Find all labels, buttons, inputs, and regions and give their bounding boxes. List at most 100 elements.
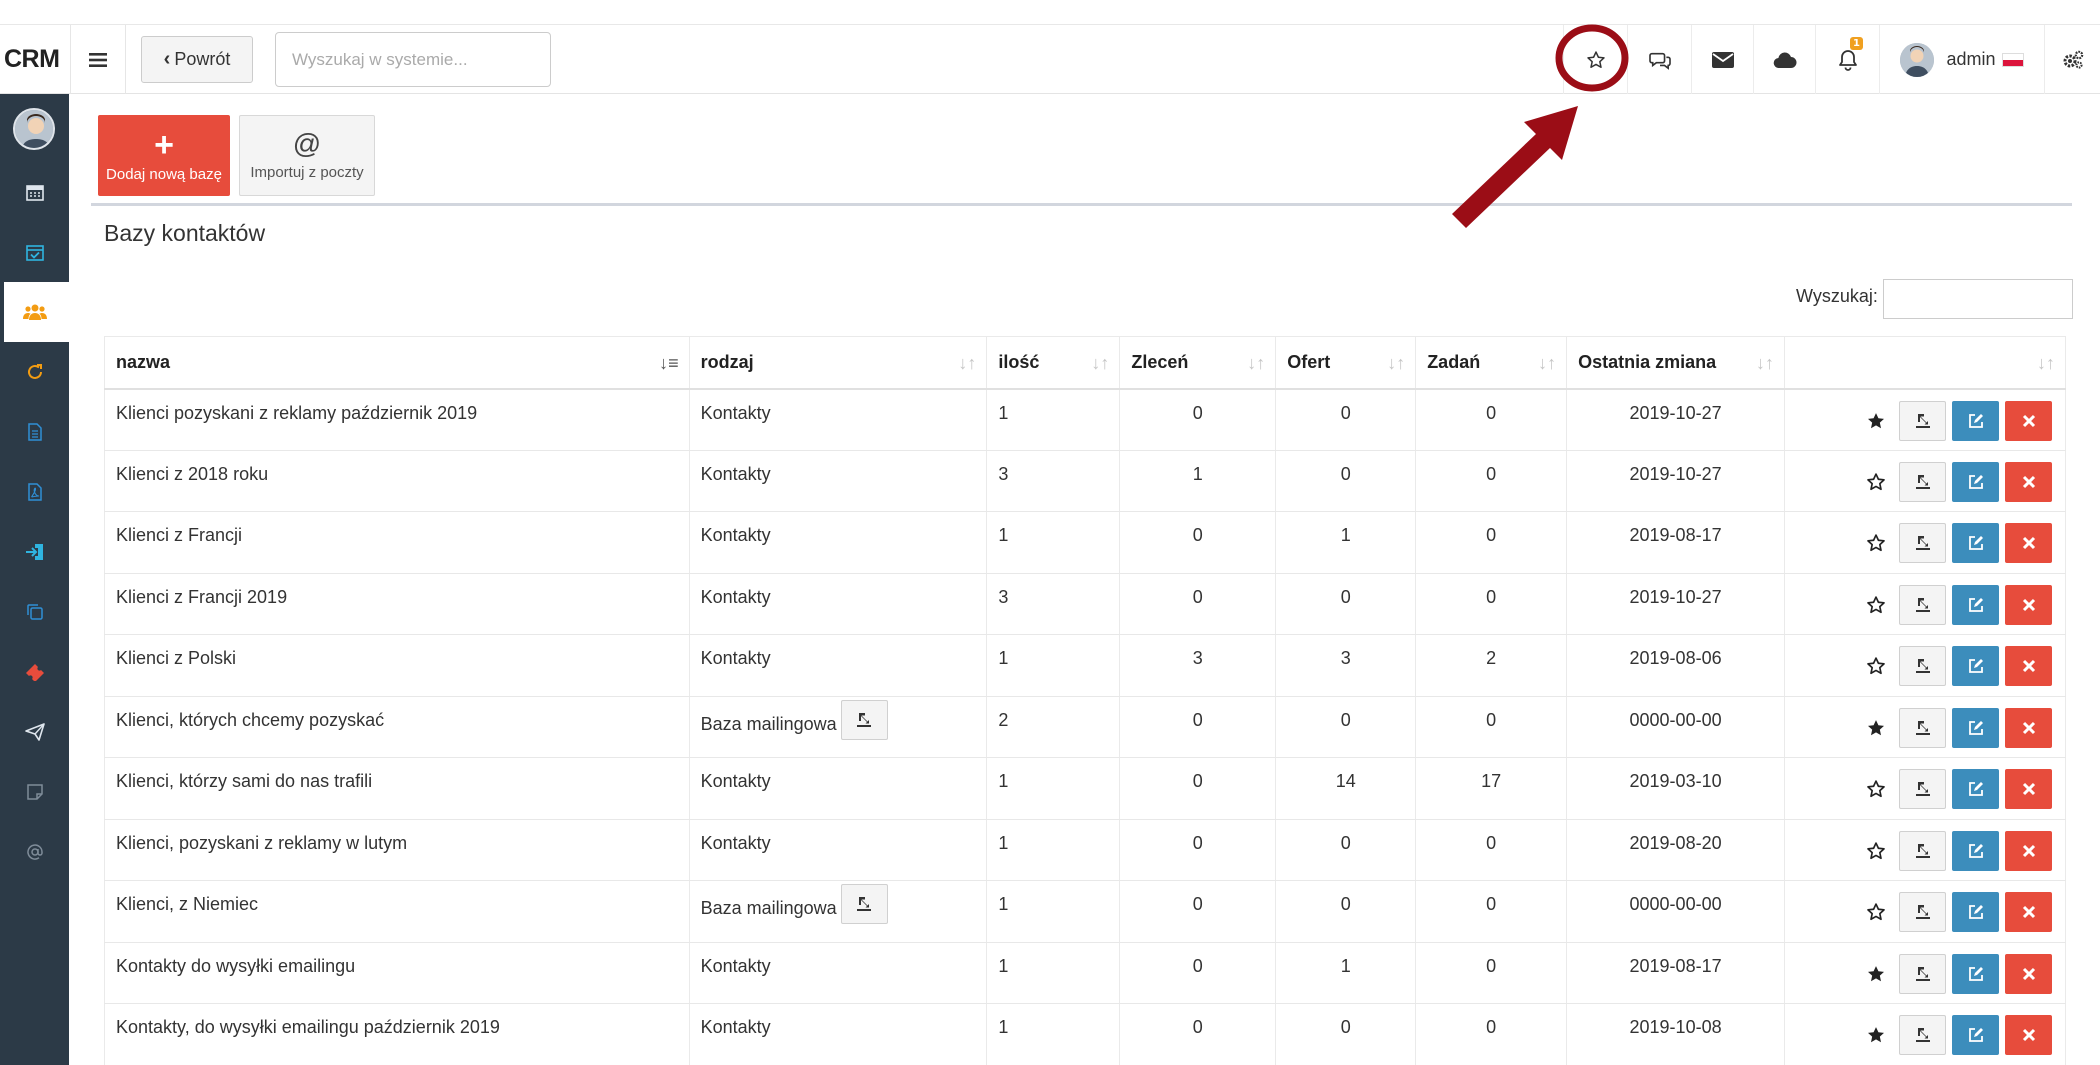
download-icon [1915, 781, 1931, 797]
table-row[interactable]: Klienci z Polski Kontakty 1 3 3 2 2019-08-06 [104, 634, 2066, 697]
delete-button[interactable] [2005, 523, 2052, 563]
sidebar-item-sign-in[interactable] [0, 522, 69, 582]
sidebar-item-tasks[interactable] [0, 222, 69, 282]
export-button[interactable] [1899, 584, 1946, 625]
edit-button[interactable] [1952, 1015, 1999, 1055]
delete-button[interactable] [2005, 830, 2052, 871]
table-row[interactable]: Klienci z 2018 roku Kontakty 3 1 0 0 2019-10-2… [104, 450, 2066, 512]
edit-button[interactable] [1952, 584, 1999, 625]
sort-icon: ↓↑ [958, 353, 977, 373]
star-outline-icon[interactable] [1863, 530, 1889, 556]
export-button[interactable] [1899, 769, 1946, 809]
table-row[interactable]: Klienci z Francji 2019 Kontakty 3 0 0 0 2019-1… [104, 573, 2066, 635]
star-outline-icon[interactable] [1863, 592, 1889, 618]
edit-button[interactable] [1952, 523, 1999, 563]
star-filled-icon[interactable] [1863, 715, 1889, 741]
cell-type: Kontakty [688, 450, 988, 512]
import-from-mail-button[interactable]: @ Importuj z poczty [239, 115, 375, 196]
notifications-button[interactable]: 1 [1815, 25, 1879, 94]
mailing-download-button[interactable] [840, 699, 888, 740]
export-button[interactable] [1899, 461, 1946, 502]
star-outline-icon[interactable] [1863, 469, 1889, 495]
export-button[interactable] [1899, 953, 1946, 994]
sidebar-item-send[interactable] [0, 702, 69, 762]
favorites-button[interactable] [1563, 25, 1627, 94]
sidebar-item-tickets[interactable] [0, 642, 69, 702]
sidebar-item-refresh[interactable] [0, 342, 69, 402]
column-header-ofert[interactable]: Ofert ↓↑ [1275, 336, 1417, 390]
export-button[interactable] [1899, 523, 1946, 563]
export-button[interactable] [1899, 400, 1946, 441]
delete-button[interactable] [2005, 584, 2052, 625]
table-row[interactable]: Klienci, którzy sami do nas trafili Konta… [104, 757, 2066, 820]
table-row[interactable]: Klienci pozyskani z reklamy październik … [104, 388, 2066, 451]
star-filled-icon[interactable] [1863, 408, 1889, 434]
chat-button[interactable] [1627, 25, 1691, 94]
cloud-button[interactable] [1753, 25, 1815, 94]
edit-button[interactable] [1952, 461, 1999, 502]
edit-button[interactable] [1952, 769, 1999, 809]
star-outline-icon[interactable] [1863, 838, 1889, 864]
sidebar-item-notes[interactable] [0, 762, 69, 822]
delete-button[interactable] [2005, 707, 2052, 748]
edit-button[interactable] [1952, 646, 1999, 686]
sidebar-item-email[interactable] [0, 822, 69, 882]
export-button[interactable] [1899, 892, 1946, 932]
column-header-actions[interactable]: ↓↑ [1784, 336, 2066, 390]
export-button[interactable] [1899, 707, 1946, 748]
back-button[interactable]: ‹ Powrót [141, 36, 253, 83]
star-filled-icon[interactable] [1863, 1022, 1889, 1048]
edit-button[interactable] [1952, 707, 1999, 748]
column-header-zadan[interactable]: Zadań ↓↑ [1415, 336, 1568, 390]
table-row[interactable]: Klienci, pozyskani z reklamy w lutym Kont… [104, 819, 2066, 881]
sidebar-item-copy[interactable] [0, 582, 69, 642]
column-header-nazwa[interactable]: nazwa ↓≡ [104, 336, 690, 390]
sidebar-item-calendar[interactable] [0, 162, 69, 222]
table-row[interactable]: Kontakty, do wysyłki emailingu październ… [104, 1003, 2066, 1065]
table-row[interactable]: Kontakty do wysyłki emailingu Kontakty 1 0 1… [104, 942, 2066, 1004]
export-button[interactable] [1899, 830, 1946, 871]
export-button[interactable] [1899, 646, 1946, 686]
star-filled-icon[interactable] [1863, 961, 1889, 987]
add-database-button[interactable]: + Dodaj nową bazę [98, 115, 230, 196]
star-outline-icon[interactable] [1863, 776, 1889, 802]
sidebar-item-pdf[interactable] [0, 462, 69, 522]
table-row[interactable]: Klienci, z Niemiec Baza mailingowa 1 0 0 0 000… [104, 880, 2066, 943]
contact-databases-panel: Bazy kontaktów Wyszukaj: nazwa ↓≡ rodzaj ↓↑… [91, 203, 2073, 1065]
global-search-input[interactable] [275, 32, 551, 87]
delete-button[interactable] [2005, 400, 2052, 441]
delete-button[interactable] [2005, 646, 2052, 686]
column-header-ilosc[interactable]: ilość ↓↑ [986, 336, 1121, 390]
star-outline-icon[interactable] [1863, 899, 1889, 925]
cell-offers: 3 [1275, 634, 1417, 697]
column-header-rodzaj[interactable]: rodzaj ↓↑ [688, 336, 988, 390]
delete-button[interactable] [2005, 1015, 2052, 1055]
menu-toggle-button[interactable] [70, 25, 126, 94]
table-row[interactable]: Klienci, których chcemy pozyskać Baza mai… [104, 696, 2066, 758]
star-outline-icon[interactable] [1863, 653, 1889, 679]
sidebar-item-contacts[interactable] [0, 282, 69, 342]
column-header-zlecen[interactable]: Zleceń ↓↑ [1119, 336, 1277, 390]
table-search-input[interactable] [1883, 279, 2073, 319]
cell-orders: 0 [1119, 1003, 1277, 1065]
delete-button[interactable] [2005, 953, 2052, 994]
sidebar-avatar[interactable] [13, 108, 55, 150]
edit-button[interactable] [1952, 953, 1999, 994]
column-header-ostatnia-zmiana[interactable]: Ostatnia zmiana ↓↑ [1566, 336, 1785, 390]
delete-button[interactable] [2005, 461, 2052, 502]
table-row[interactable]: Klienci z Francji Kontakty 1 0 1 0 2019-08-17 [104, 511, 2066, 574]
export-button[interactable] [1899, 1015, 1946, 1055]
delete-button[interactable] [2005, 892, 2052, 932]
app-logo[interactable]: CRM [4, 45, 60, 74]
edit-button[interactable] [1952, 830, 1999, 871]
edit-button[interactable] [1952, 892, 1999, 932]
mailing-download-button[interactable] [840, 884, 888, 924]
mail-button[interactable] [1691, 25, 1753, 94]
edit-icon [1968, 781, 1984, 797]
edit-button[interactable] [1952, 400, 1999, 441]
settings-button[interactable] [2044, 25, 2100, 94]
sidebar-item-documents[interactable] [0, 402, 69, 462]
user-menu[interactable]: admin [1879, 25, 2044, 94]
delete-button[interactable] [2005, 769, 2052, 809]
edit-icon [1968, 658, 1984, 674]
